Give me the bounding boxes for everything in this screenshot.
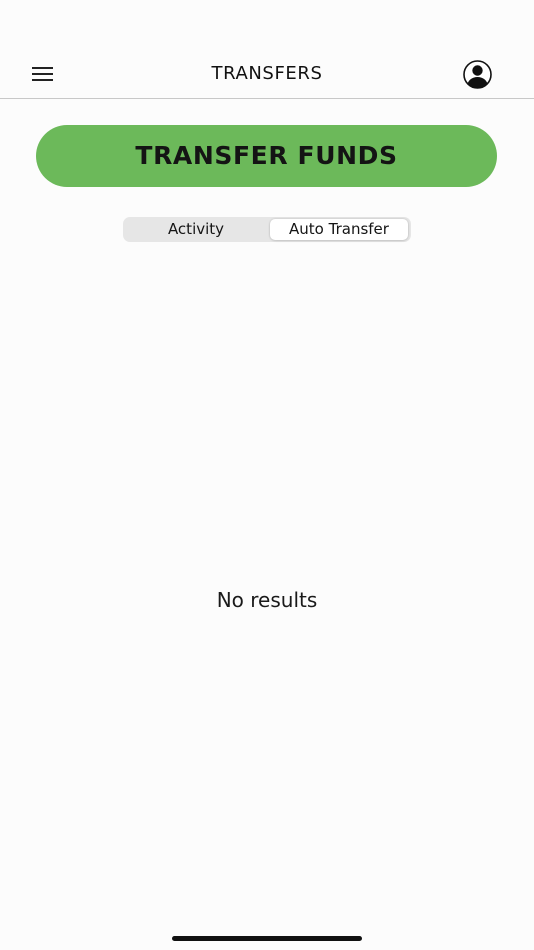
tab-auto-transfer[interactable]: Auto Transfer [270,219,408,240]
tab-activity[interactable]: Activity [125,219,267,240]
profile-button[interactable] [462,59,493,90]
user-profile-icon [463,60,492,89]
transfer-funds-button[interactable]: TRANSFER FUNDS [36,125,497,187]
page-title: TRANSFERS [211,63,323,84]
transfer-view-segmented-control: Activity Auto Transfer [123,217,411,242]
empty-state-message: No results [216,588,318,612]
app-header: TRANSFERS [0,0,534,99]
home-indicator [172,936,362,941]
